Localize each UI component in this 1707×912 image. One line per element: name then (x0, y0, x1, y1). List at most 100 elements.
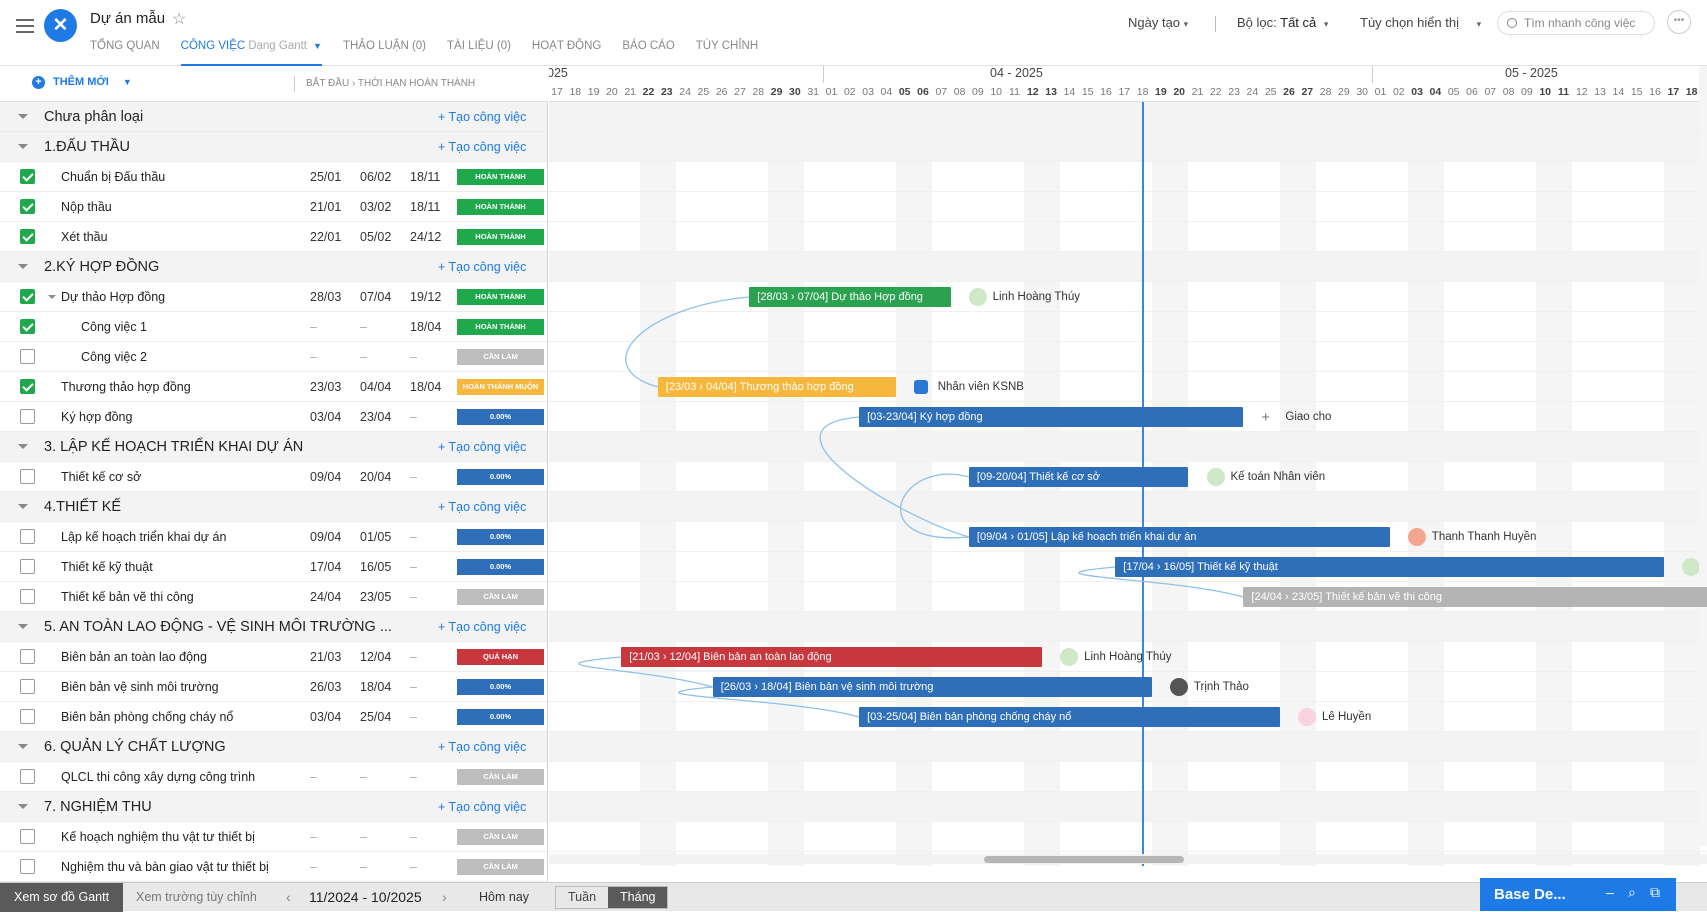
gantt-view-button[interactable]: Xem sơ đồ Gantt (0, 883, 124, 912)
task-name[interactable]: Nộp thầu (61, 200, 112, 214)
add-new-button[interactable]: + THÊM MỚI ▼ (32, 76, 132, 89)
task-row[interactable]: Lập kế hoạch triển khai dự án 09/04 01/05 –… (0, 522, 547, 552)
task-row[interactable]: QLCL thi công xây dựng công trình – – – CẦN … (0, 762, 547, 792)
add-task-link[interactable]: + Tạo công việc (438, 740, 526, 754)
task-name[interactable]: Biên bản vệ sinh môi trường (61, 680, 219, 694)
next-range-icon[interactable]: › (442, 889, 447, 905)
task-checkbox[interactable] (20, 199, 35, 214)
collapse-icon[interactable] (18, 804, 28, 809)
task-row[interactable]: Thiết kế cơ sở 09/04 20/04 – 0.00% (0, 462, 547, 492)
add-task-link[interactable]: + Tạo công việc (438, 140, 526, 154)
display-options-dropdown[interactable]: Tùy chọn hiển thị ▾ (1360, 15, 1481, 30)
search-input[interactable]: Tìm nhanh công việc (1497, 11, 1655, 35)
collapse-icon[interactable] (18, 444, 28, 449)
task-row[interactable]: Ký hợp đồng 03/04 23/04 – 0.00% (0, 402, 547, 432)
tab-0[interactable]: TỔNG QUAN (90, 40, 160, 66)
task-checkbox[interactable] (20, 289, 35, 304)
task-name[interactable]: Biên bản phòng chống cháy nổ (61, 710, 233, 724)
add-task-link[interactable]: + Tạo công việc (438, 500, 526, 514)
task-name[interactable]: QLCL thi công xây dựng công trình (61, 770, 255, 784)
task-checkbox[interactable] (20, 469, 35, 484)
task-checkbox[interactable] (20, 169, 35, 184)
custom-fields-button[interactable]: Xem trường tùy chỉnh (122, 883, 271, 912)
tab-4[interactable]: HOẠT ĐỘNG (532, 40, 601, 66)
tab-3[interactable]: TÀI LIỆU (0) (447, 40, 511, 66)
task-checkbox[interactable] (20, 589, 35, 604)
task-checkbox[interactable] (20, 679, 35, 694)
task-name[interactable]: Thương thảo hợp đồng (61, 380, 191, 394)
task-bar[interactable]: [09/04 › 01/05] Lập kế hoạch triển khai … (968, 527, 1390, 547)
task-name[interactable]: Kế hoạch nghiệm thu vật tư thiết bị (61, 830, 255, 844)
collapse-icon[interactable] (18, 114, 28, 119)
task-name[interactable]: Công việc 2 (81, 350, 147, 364)
tab-2[interactable]: THẢO LUẬN (0) (343, 40, 426, 66)
task-bar[interactable]: [23/03 › 04/04] Thương thảo hợp đồng (657, 377, 896, 397)
task-row[interactable]: Thiết kế bản vẽ thi công 24/04 23/05 – CẦN L… (0, 582, 547, 612)
task-name[interactable]: Ký hợp đồng (61, 410, 132, 424)
add-task-link[interactable]: + Tạo công việc (438, 620, 526, 634)
filter-dropdown[interactable]: Bộ lọc: Tất cả ▾ (1237, 15, 1328, 30)
month-button[interactable]: Tháng (608, 887, 668, 908)
open-external-icon[interactable]: ⧉ (1650, 884, 1660, 901)
tab-6[interactable]: TÙY CHỈNH (696, 40, 758, 66)
tab-1[interactable]: CÔNG VIỆC Dạng Gantt ▼ (180, 40, 322, 66)
menu-icon[interactable] (16, 19, 34, 33)
task-bar[interactable]: [24/04 › 23/05] Thiết kế bản vẽ thi công (1243, 587, 1707, 607)
week-button[interactable]: Tuần (556, 887, 608, 908)
minimize-icon[interactable]: – (1606, 884, 1614, 900)
task-checkbox[interactable] (20, 319, 35, 334)
task-row[interactable]: Xét thầu 22/01 05/02 24/12 HOÀN THÀNH (0, 222, 547, 252)
task-bar[interactable]: [17/04 › 16/05] Thiết kế kỹ thuật (1115, 557, 1665, 577)
task-name[interactable]: Xét thầu (61, 230, 108, 244)
collapse-icon[interactable] (18, 264, 28, 269)
task-name[interactable]: Nghiệm thu và bàn giao vật tư thiết bị (61, 860, 269, 874)
task-checkbox[interactable] (20, 649, 35, 664)
task-bar[interactable]: [26/03 › 18/04] Biên bản vệ sinh môi trư… (712, 677, 1152, 697)
task-row[interactable]: Chuẩn bị Đấu thầu 25/01 06/02 18/11 HOÀN THÀ… (0, 162, 547, 192)
task-row[interactable]: Kế hoạch nghiệm thu vật tư thiết bị – – – CẦ… (0, 822, 547, 852)
task-row[interactable]: Nộp thầu 21/01 03/02 18/11 HOÀN THÀNH (0, 192, 547, 222)
tab-5[interactable]: BÁO CÁO (622, 40, 674, 66)
task-checkbox[interactable] (20, 829, 35, 844)
task-checkbox[interactable] (20, 859, 35, 874)
task-row[interactable]: Thương thảo hợp đồng 23/03 04/04 18/04 HOÀN … (0, 372, 547, 402)
task-row[interactable]: Thiết kế kỹ thuật 17/04 16/05 – 0.00% (0, 552, 547, 582)
task-bar[interactable]: [28/03 › 07/04] Dự thảo Hợp đồng (749, 287, 951, 307)
task-checkbox[interactable] (20, 709, 35, 724)
search-icon[interactable]: ⌕ (1628, 884, 1636, 901)
more-options-icon[interactable]: ••• (1667, 10, 1691, 34)
collapse-icon[interactable] (18, 504, 28, 509)
add-task-link[interactable]: + Tạo công việc (438, 260, 526, 274)
task-row[interactable]: Biên bản phòng chống cháy nổ 03/04 25/04 – 0… (0, 702, 547, 732)
task-checkbox[interactable] (20, 229, 35, 244)
app-logo-icon[interactable]: ✕ (44, 9, 77, 42)
task-row[interactable]: Biên bản an toàn lao động 21/03 12/04 – QUÁ … (0, 642, 547, 672)
today-button[interactable]: Hôm nay (479, 890, 529, 904)
task-name[interactable]: Lập kế hoạch triển khai dự án (61, 530, 226, 544)
task-bar[interactable]: [21/03 › 12/04] Biên bản an toàn lao độn… (621, 647, 1043, 667)
task-name[interactable]: Thiết kế kỹ thuật (61, 560, 153, 574)
task-name[interactable]: Công việc 1 (81, 320, 147, 334)
task-row[interactable]: Nghiệm thu và bàn giao vật tư thiết bị – –… (0, 852, 547, 882)
add-task-link[interactable]: + Tạo công việc (438, 110, 526, 124)
task-name[interactable]: Thiết kế bản vẽ thi công (61, 590, 194, 604)
task-bar[interactable]: [03-23/04] Ký hợp đồng (859, 407, 1244, 427)
add-task-link[interactable]: + Tạo công việc (438, 440, 526, 454)
task-bar[interactable]: [03-25/04] Biên bản phòng chống cháy nổ (859, 707, 1280, 727)
sort-dropdown[interactable]: Ngày tạo ▾ (1128, 15, 1188, 30)
collapse-icon[interactable] (18, 624, 28, 629)
task-checkbox[interactable] (20, 769, 35, 784)
task-checkbox[interactable] (20, 409, 35, 424)
task-row[interactable]: Công việc 2 – – – CẦN LÀM (0, 342, 547, 372)
star-icon[interactable]: ☆ (172, 9, 186, 29)
chat-widget[interactable]: Base De... – ⌕ ⧉ (1480, 878, 1676, 911)
task-checkbox[interactable] (20, 349, 35, 364)
task-checkbox[interactable] (20, 529, 35, 544)
prev-range-icon[interactable]: ‹ (286, 889, 291, 905)
task-bar[interactable]: [09-20/04] Thiết kế cơ sở (968, 467, 1189, 487)
collapse-icon[interactable] (18, 144, 28, 149)
task-name[interactable]: Dự thảo Hợp đồng (61, 290, 165, 304)
task-checkbox[interactable] (20, 559, 35, 574)
collapse-icon[interactable] (18, 744, 28, 749)
task-name[interactable]: Chuẩn bị Đấu thầu (61, 170, 165, 184)
